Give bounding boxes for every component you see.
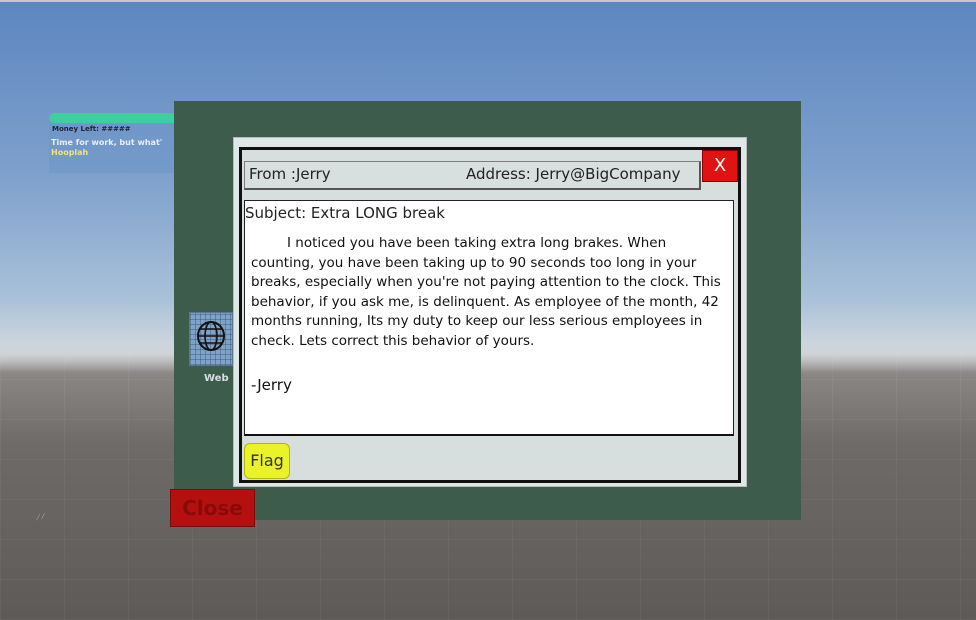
email-subject: Subject: Extra LONG break	[245, 204, 445, 222]
web-app-icon[interactable]	[189, 312, 233, 366]
money-left-label: Money Left: #####	[52, 125, 131, 133]
email-address: Address: Jerry@BigCompany	[466, 165, 681, 183]
email-body: I noticed you have been taking extra lon…	[251, 235, 721, 349]
email-subject-row: Subject: Extra LONG break	[244, 200, 734, 226]
email-from: From :Jerry	[249, 165, 331, 183]
close-screen-button[interactable]: Close	[170, 489, 255, 527]
email-signature: -Jerry	[251, 376, 292, 394]
task-subtext: Hooplah	[51, 148, 89, 157]
email-dialog: From :Jerry Address: Jerry@BigCompany X …	[233, 137, 747, 487]
task-text: Time for work, but what'	[51, 138, 163, 147]
web-app-label: Web	[204, 373, 229, 384]
window-top-edge	[0, 0, 976, 2]
email-body-box: I noticed you have been taking extra lon…	[244, 225, 734, 436]
email-header-row: From :Jerry Address: Jerry@BigCompany	[244, 161, 701, 190]
globe-icon	[197, 321, 225, 351]
flag-button[interactable]: Flag	[244, 443, 290, 479]
email-panel: From :Jerry Address: Jerry@BigCompany X …	[239, 147, 741, 483]
health-bar	[49, 113, 177, 123]
close-email-button[interactable]: X	[702, 150, 738, 182]
